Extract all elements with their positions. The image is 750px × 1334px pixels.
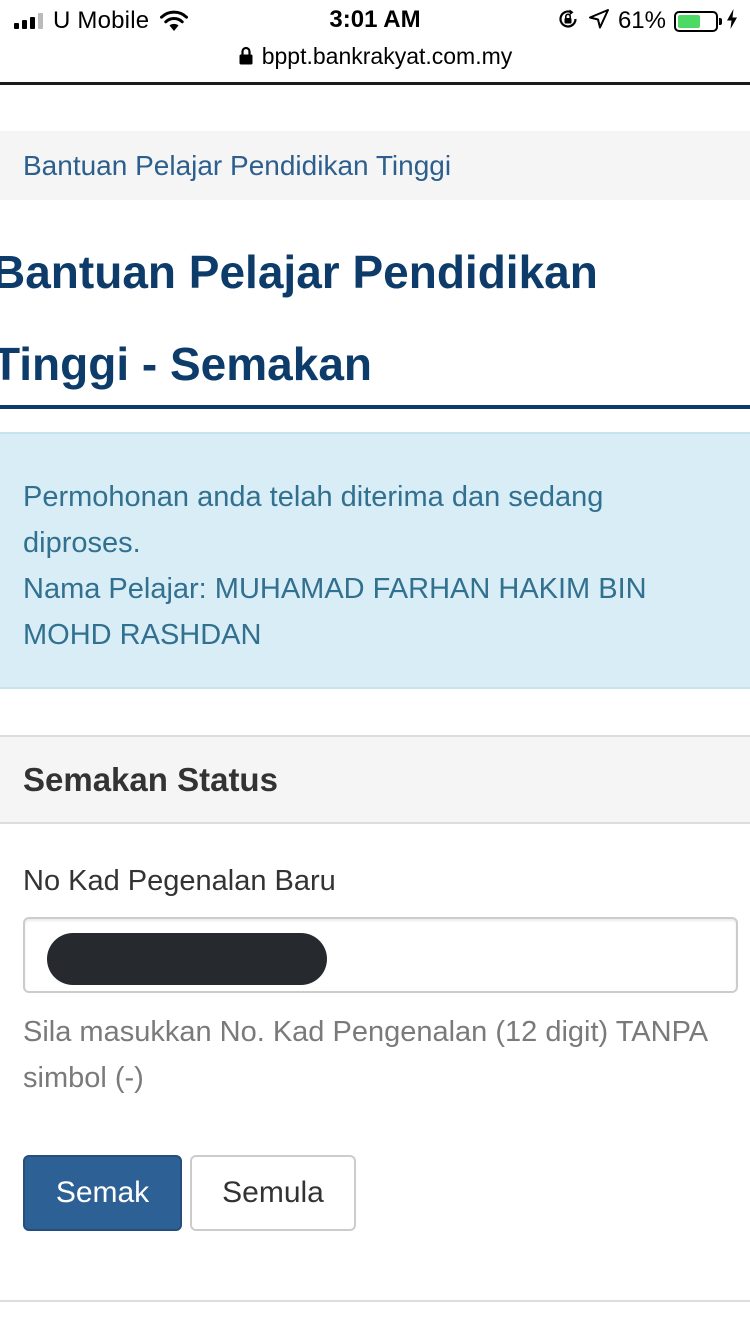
ic-help-text: Sila masukkan No. Kad Pengenalan (12 dig…: [23, 1016, 707, 1094]
orientation-lock-icon: [556, 7, 580, 36]
location-arrow-icon: [588, 8, 610, 35]
url-bar[interactable]: bppt.bankrakyat.com.my: [0, 40, 750, 72]
ic-number-field-wrapper: [23, 917, 738, 993]
alert-student-name: Nama Pelajar: MUHAMAD FARHAN HAKIM BIN M…: [23, 573, 647, 651]
battery-icon: [674, 10, 722, 32]
lock-icon: [238, 46, 254, 66]
header-divider: [0, 82, 750, 85]
ic-number-input[interactable]: [25, 919, 736, 991]
info-alert: Permohonan anda telah diterima dan sedan…: [0, 432, 750, 689]
url-text: bppt.bankrakyat.com.my: [261, 42, 513, 69]
breadcrumb: Bantuan Pelajar Pendidikan Tinggi: [0, 131, 750, 200]
charging-bolt-icon: [726, 8, 738, 35]
battery-level-fill: [678, 14, 700, 28]
page-title: Bantuan Pelajar Pendidikan Tinggi - Sema…: [0, 246, 598, 390]
semak-button[interactable]: Semak: [23, 1155, 182, 1231]
breadcrumb-item[interactable]: Bantuan Pelajar Pendidikan Tinggi: [23, 150, 451, 182]
panel-heading: Semakan Status: [0, 737, 750, 824]
battery-percent: 61%: [617, 7, 666, 34]
semula-button[interactable]: Semula: [190, 1155, 356, 1231]
title-underline: [0, 405, 750, 409]
ic-number-label: No Kad Pegenalan Baru: [23, 865, 336, 897]
status-right: 61%: [556, 7, 738, 36]
status-check-panel: Semakan Status No Kad Pegenalan Baru Sil…: [0, 735, 750, 1302]
status-bar: U Mobile 3:01 AM 61%: [0, 0, 750, 40]
alert-message: Permohonan anda telah diterima dan sedan…: [23, 481, 604, 559]
